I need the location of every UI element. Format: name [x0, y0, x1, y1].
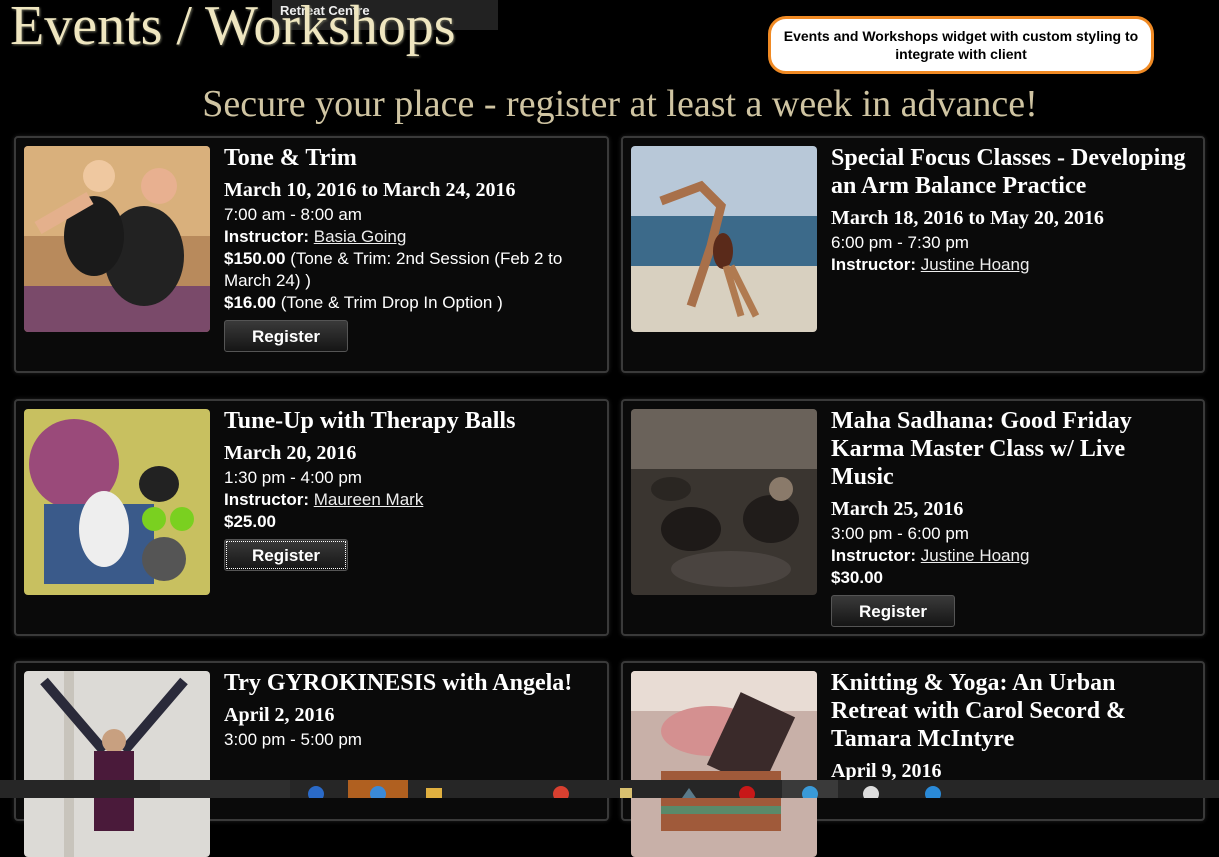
- taskbar-file-icon[interactable]: [612, 780, 638, 798]
- instructor-label: Instructor:: [224, 490, 309, 509]
- event-image-special-focus[interactable]: [631, 146, 817, 332]
- price: $30.00: [831, 568, 883, 587]
- event-image-therapy-balls[interactable]: [24, 409, 210, 595]
- taskbar-opera-icon[interactable]: [734, 780, 760, 802]
- page-subtitle: Secure your place - register at least a …: [202, 83, 1038, 125]
- event-image-gyrokinesis[interactable]: [24, 671, 210, 857]
- event-time: 6:00 pm - 7:30 pm: [831, 233, 969, 252]
- taskbar-app-icon[interactable]: [160, 780, 290, 798]
- instructor-label: Instructor:: [831, 546, 916, 565]
- event-title: Special Focus Classes - Developing an Ar…: [831, 145, 1186, 199]
- event-date: March 18, 2016 to May 20, 2016: [831, 207, 1104, 229]
- event-image-maha-sadhana[interactable]: [631, 409, 817, 595]
- taskbar-app-icon-2[interactable]: [676, 780, 702, 798]
- register-button[interactable]: Register: [224, 320, 348, 352]
- event-time: 3:00 pm - 5:00 pm: [224, 730, 362, 749]
- taskbar-chrome-icon[interactable]: [548, 780, 574, 802]
- instructor-link[interactable]: Justine Hoang: [921, 255, 1030, 274]
- event-card-special-focus: Special Focus Classes - Developing an Ar…: [621, 136, 1205, 373]
- page-title: Events / Workshops: [10, 0, 456, 57]
- instructor-link[interactable]: Basia Going: [314, 227, 407, 246]
- price-note: (Tone & Trim Drop In Option ): [280, 293, 503, 312]
- event-time: 3:00 pm - 6:00 pm: [831, 524, 969, 543]
- instructor-link[interactable]: Justine Hoang: [921, 546, 1030, 565]
- price: $16.00: [224, 293, 276, 312]
- taskbar: [0, 780, 1219, 802]
- event-card-therapy-balls: Tune-Up with Therapy Balls March 20, 201…: [14, 399, 609, 636]
- taskbar-folder-icon[interactable]: [420, 780, 446, 798]
- event-time: 7:00 am - 8:00 am: [224, 205, 362, 224]
- register-button[interactable]: Register: [831, 595, 955, 627]
- register-button[interactable]: Register: [224, 539, 348, 571]
- taskbar-app-icon-5[interactable]: [920, 780, 946, 802]
- event-date: April 2, 2016: [224, 704, 335, 726]
- event-title: Try GYROKINESIS with Angela!: [224, 670, 573, 696]
- instructor-label: Instructor:: [224, 227, 309, 246]
- event-title: Maha Sadhana: Good Friday Karma Master C…: [831, 408, 1132, 490]
- event-time: 1:30 pm - 4:00 pm: [224, 468, 362, 487]
- instructor-label: Instructor:: [831, 255, 916, 274]
- event-image-knitting-yoga[interactable]: [631, 671, 817, 857]
- event-title: Tune-Up with Therapy Balls: [224, 408, 516, 434]
- instructor-link[interactable]: Maureen Mark: [314, 490, 424, 509]
- price: $150.00: [224, 249, 286, 268]
- taskbar-active-app-icon[interactable]: [348, 780, 408, 802]
- event-date: March 25, 2016: [831, 498, 964, 520]
- callout-text: Events and Workshops widget with custom …: [783, 27, 1139, 62]
- taskbar-browser-icon[interactable]: [303, 780, 329, 802]
- event-date: March 10, 2016 to March 24, 2016: [224, 179, 516, 201]
- event-card-tone-trim: Tone & Trim March 10, 2016 to March 24, …: [14, 136, 609, 373]
- taskbar-app-icon-4[interactable]: [858, 780, 884, 802]
- event-card-maha-sadhana: Maha Sadhana: Good Friday Karma Master C…: [621, 399, 1205, 636]
- annotation-callout: Events and Workshops widget with custom …: [768, 16, 1154, 74]
- event-date: March 20, 2016: [224, 442, 357, 464]
- event-image-tone-trim[interactable]: [24, 146, 210, 332]
- taskbar-app-icon-3[interactable]: [782, 780, 838, 802]
- event-title: Tone & Trim: [224, 145, 357, 171]
- price: $25.00: [224, 512, 276, 531]
- event-title: Knitting & Yoga: An Urban Retreat with C…: [831, 670, 1127, 752]
